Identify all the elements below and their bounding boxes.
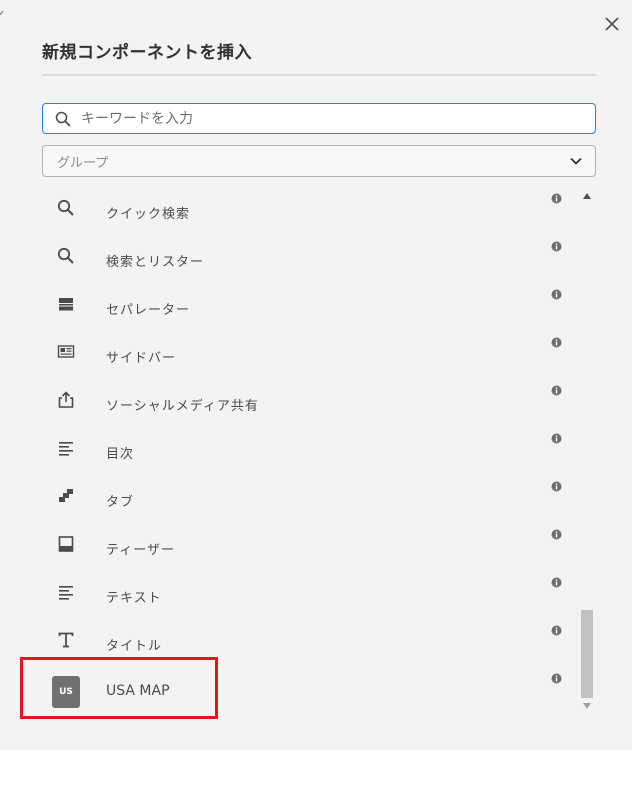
search-input[interactable] [79,109,563,128]
close-button[interactable] [600,12,624,36]
title-icon [56,630,76,650]
component-label: セパレーター [106,303,191,318]
component-label: ソーシャルメディア共有 [106,399,259,414]
sidebar-icon [56,342,76,362]
info-icon[interactable] [551,529,562,540]
chevron-down-icon[interactable] [569,154,583,168]
group-select-label: グループ [57,155,109,171]
scroll-down-arrow-icon[interactable] [582,702,592,710]
info-icon[interactable] [551,241,562,252]
search-icon [56,198,76,218]
component-label: テキスト [106,591,162,606]
component-label: ティーザー [106,543,175,558]
highlight-box [20,657,218,719]
share-icon [56,390,76,410]
info-icon[interactable] [551,385,562,396]
info-icon[interactable] [551,625,562,636]
component-label: 検索とリスター [106,255,205,270]
text-lines-icon [56,582,76,602]
component-item-sidebar[interactable]: サイドバー [42,330,574,378]
component-label: サイドバー [106,351,177,366]
info-icon[interactable] [551,289,562,300]
component-item-social-share[interactable]: ソーシャルメディア共有 [42,378,574,426]
component-label: タイトル [106,639,163,654]
close-icon[interactable] [605,17,619,31]
insert-component-dialog: 新規コンポーネントを挿入 グループ クイック検索 [0,0,632,750]
component-label: クイック検索 [106,207,191,222]
dialog-title: 新規コンポーネントを挿入 [42,43,252,63]
component-label: タブ [106,495,135,510]
separator-icon [56,294,76,314]
title-divider [42,74,596,76]
component-item-teaser[interactable]: ティーザー [42,522,574,570]
component-item-separator[interactable]: セパレーター [42,282,574,330]
component-item-text[interactable]: テキスト [42,570,574,618]
search-box[interactable] [42,103,596,134]
info-icon[interactable] [551,577,562,588]
component-item-quick-search[interactable]: クイック検索 [42,186,574,234]
scrollbar-thumb[interactable] [581,610,593,698]
info-icon[interactable] [551,481,562,492]
component-item-tabs[interactable]: タブ [42,474,574,522]
info-icon[interactable] [551,433,562,444]
component-item-search-lister[interactable]: 検索とリスター [42,234,574,282]
tabs-icon [56,486,76,506]
info-icon[interactable] [551,673,562,684]
scroll-up-arrow-icon[interactable] [582,192,592,200]
component-list: クイック検索 検索とリスター セパレーター サイドバー ソーシャルメディア共有 … [42,186,574,716]
search-icon [56,246,76,266]
search-icon [55,111,71,127]
info-icon[interactable] [551,337,562,348]
group-select[interactable]: グループ [42,145,596,177]
text-lines-icon [56,438,76,458]
teaser-icon [56,534,76,554]
info-icon[interactable] [551,193,562,204]
component-label: 目次 [106,447,135,462]
component-item-toc[interactable]: 目次 [42,426,574,474]
corner-mark [0,0,4,16]
list-scrollbar[interactable] [580,188,594,716]
